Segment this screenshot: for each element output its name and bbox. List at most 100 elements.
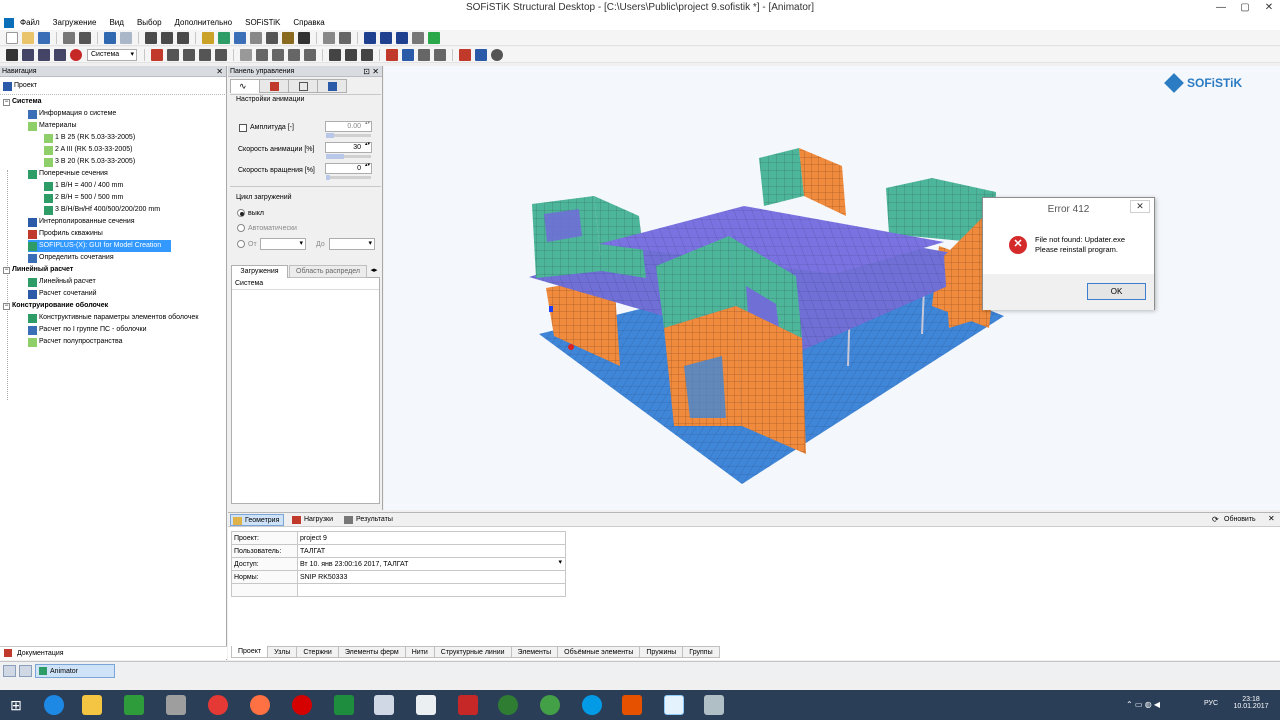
amplitude-slider[interactable] <box>326 133 371 138</box>
menu-select[interactable]: Выбор <box>135 18 164 27</box>
zoom-extent-icon[interactable] <box>329 48 341 61</box>
jsn-icon[interactable] <box>416 695 436 715</box>
tree-item[interactable]: Линейный расчет <box>28 276 96 288</box>
windows-start-icon[interactable]: ⊞ <box>6 695 26 715</box>
shade-icon[interactable] <box>386 48 398 61</box>
edge-icon[interactable] <box>44 695 64 715</box>
utorrent-icon[interactable] <box>540 695 560 715</box>
clock[interactable]: 23:18 10.01.2017 <box>1228 690 1274 720</box>
amplitude-input[interactable]: 0.00 <box>325 121 372 132</box>
tree-item[interactable]: Интерполированные сечения <box>28 216 135 228</box>
light-icon[interactable] <box>434 48 446 61</box>
control-panel-close-button[interactable]: ✕ <box>372 66 379 77</box>
sphere-icon[interactable] <box>491 48 503 61</box>
tree-item[interactable]: Поперечные сечения <box>28 168 108 180</box>
tree-item[interactable]: − Система <box>3 96 41 108</box>
element-icon[interactable] <box>183 48 195 61</box>
tree-item[interactable]: − Конструирование оболочек <box>3 300 108 312</box>
uy-icon[interactable] <box>38 48 50 61</box>
new-file-icon[interactable] <box>6 31 18 44</box>
subtab-item[interactable]: Элементы <box>510 646 559 658</box>
menu-view[interactable]: Вид <box>107 18 125 27</box>
open-folder-icon[interactable] <box>22 31 34 44</box>
undo-icon[interactable] <box>104 31 116 44</box>
cycle-auto-radio[interactable] <box>237 224 245 232</box>
tab-loadcases[interactable]: Загружения <box>231 265 288 278</box>
copy-icon[interactable] <box>145 31 157 44</box>
rot-speed-slider[interactable] <box>326 175 371 180</box>
graphic-icon[interactable] <box>282 31 294 44</box>
control-panel-pin-icon[interactable]: ⊡ <box>363 66 370 77</box>
subtab-item[interactable]: Стержни <box>296 646 339 658</box>
tab-loads-bottom[interactable]: Нагрузки <box>290 514 337 526</box>
support-icon[interactable] <box>215 48 227 61</box>
stop-icon[interactable] <box>70 48 82 61</box>
report-icon[interactable] <box>323 31 335 44</box>
chrome-icon[interactable] <box>208 695 228 715</box>
menu-loading[interactable]: Загружение <box>51 18 99 27</box>
tab-animation[interactable]: ∿ <box>230 79 260 93</box>
view-icon[interactable] <box>240 48 252 61</box>
text-icon[interactable] <box>396 31 408 44</box>
minimize-button[interactable]: — <box>1210 0 1232 15</box>
filter-icon[interactable] <box>418 48 430 61</box>
window-split-icon[interactable] <box>161 31 173 44</box>
beam-icon[interactable] <box>167 48 179 61</box>
loadcase-list[interactable]: Система <box>231 278 380 504</box>
tree-item[interactable]: Расчет сочетаний <box>28 288 97 300</box>
tab-loads[interactable] <box>259 79 289 93</box>
mesh-icon[interactable] <box>234 31 246 44</box>
pas-icon[interactable] <box>380 31 392 44</box>
h-icon[interactable] <box>364 31 376 44</box>
cycle-to-select[interactable] <box>329 238 375 250</box>
archive-icon[interactable] <box>166 695 186 715</box>
tree-item[interactable]: 1 B/H = 400 / 400 mm <box>44 180 123 192</box>
collapse-icon[interactable]: − <box>3 266 10 274</box>
cycle-from-select[interactable] <box>260 238 306 250</box>
calculator-icon[interactable] <box>334 695 354 715</box>
language-indicator[interactable]: РУС <box>1204 700 1218 712</box>
navigation-close-button[interactable]: ✕ <box>216 66 223 77</box>
amplitude-checkbox[interactable] <box>239 124 247 132</box>
pan-icon[interactable] <box>288 48 300 61</box>
explorer-icon[interactable] <box>82 695 102 715</box>
system-tray[interactable]: ⌃ ▭ ◍ ◀ <box>1126 690 1196 720</box>
rotate-icon[interactable] <box>272 48 284 61</box>
menu-extra[interactable]: Дополнительно <box>173 18 235 27</box>
opera-icon[interactable] <box>292 695 312 715</box>
node-icon[interactable] <box>151 48 163 61</box>
subtab-item[interactable]: Элементы ферм <box>337 646 406 658</box>
save-icon[interactable] <box>38 31 50 44</box>
tree-item[interactable]: Материалы <box>28 120 76 132</box>
rot-speed-input[interactable]: 0 <box>325 163 372 174</box>
autocad-icon[interactable] <box>458 695 478 715</box>
panel-toggle-icon[interactable] <box>3 665 16 677</box>
bottom-close-button[interactable]: ✕ <box>1268 514 1275 523</box>
grid-icon[interactable] <box>402 48 414 61</box>
firefox-icon[interactable] <box>250 695 270 715</box>
skype-icon[interactable] <box>582 695 602 715</box>
ux-icon[interactable] <box>22 48 34 61</box>
tree-item[interactable]: − Линейный расчет <box>3 264 73 276</box>
tab-table[interactable] <box>288 79 318 93</box>
at-mail-icon[interactable] <box>498 695 518 715</box>
window-tile-icon[interactable] <box>177 31 189 44</box>
redo-icon[interactable] <box>120 31 132 44</box>
menu-file[interactable]: Файл <box>18 18 42 27</box>
axis-icon[interactable] <box>256 48 268 61</box>
menu-sofistik[interactable]: SOFiSTiK <box>243 18 282 27</box>
cycle-from-radio[interactable] <box>237 240 245 248</box>
wave-icon[interactable] <box>6 48 18 61</box>
frame-icon[interactable] <box>412 31 424 44</box>
maximize-button[interactable]: ▢ <box>1234 0 1256 15</box>
norms-value[interactable]: SNIP RK50333 <box>297 570 566 584</box>
documentation-bar[interactable]: Документация <box>0 646 227 659</box>
project-name-value[interactable]: project 9 <box>297 531 566 545</box>
close-button[interactable]: ✕ <box>1258 0 1280 15</box>
office-icon[interactable] <box>622 695 642 715</box>
tree-item[interactable]: 2 A III (RK 5.03-33-2005) <box>44 144 132 156</box>
access-select[interactable]: Вт 10. янв 23:00:16 2017, ТАЛГАТ ▾ <box>297 557 566 571</box>
section-icon[interactable] <box>459 48 471 61</box>
tree-item[interactable]: Профиль скважины <box>28 228 103 240</box>
tree-item[interactable]: Расчет по I группе ПС - оболочки <box>28 324 147 336</box>
